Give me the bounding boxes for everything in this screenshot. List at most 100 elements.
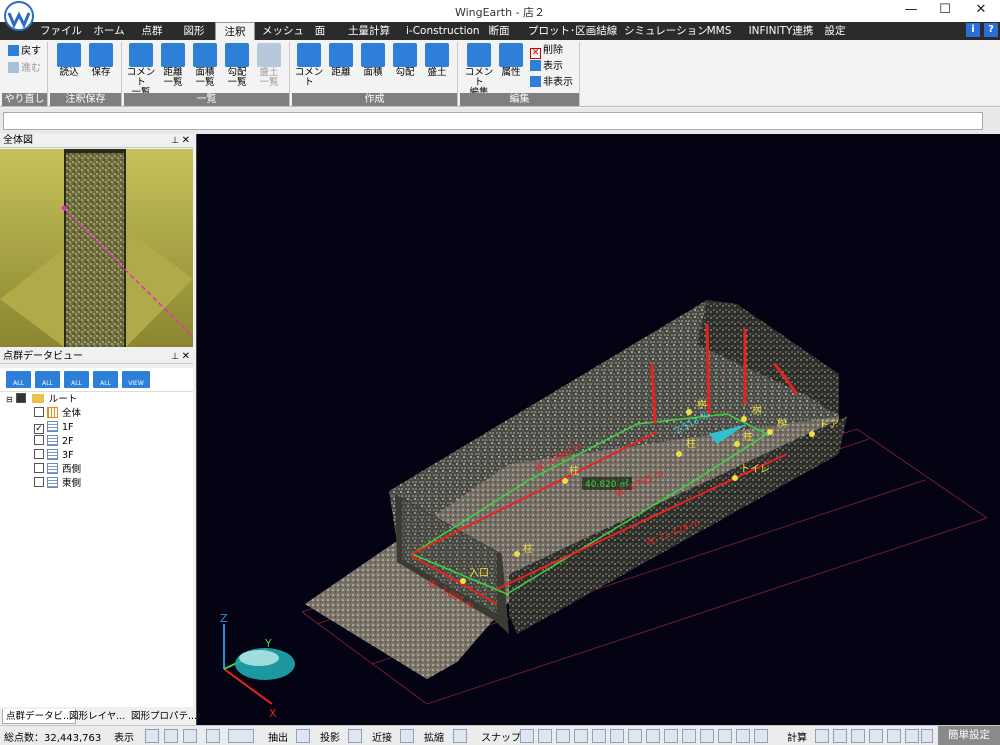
snap-13-icon[interactable] — [736, 729, 750, 743]
snap-3-icon[interactable] — [556, 729, 570, 743]
tab-shapes[interactable]: 図形 — [178, 22, 210, 40]
create-slope-button[interactable]: 勾配 — [390, 43, 420, 78]
checkbox[interactable] — [34, 407, 44, 417]
create-area-button[interactable]: 面積 — [358, 43, 388, 78]
create-distance-button[interactable]: 距離 — [326, 43, 356, 78]
display-mode-2-icon[interactable] — [164, 729, 178, 743]
overview-map[interactable] — [0, 149, 193, 347]
help-icon[interactable]: ? — [984, 23, 998, 37]
collapse-icon[interactable]: ⊟ — [6, 395, 13, 404]
pin-icon[interactable]: ⊥ — [171, 350, 179, 364]
tab-mesh[interactable]: メッシュ — [262, 22, 304, 40]
app-logo-icon[interactable] — [4, 1, 34, 33]
redo-button[interactable]: 進む — [8, 62, 41, 76]
fill-list-button[interactable]: 盛土 一覧 — [254, 43, 284, 88]
snap-12-icon[interactable] — [718, 729, 732, 743]
checkbox[interactable] — [34, 463, 44, 473]
checkbox[interactable] — [34, 477, 44, 487]
tab-volume-calc[interactable]: 土量計算 — [344, 22, 394, 40]
tab-section[interactable]: 断面 — [483, 22, 515, 40]
checkbox-checked[interactable]: ✓ — [34, 424, 44, 434]
attributes-button[interactable]: 属性 — [496, 43, 526, 78]
nearest-icon[interactable] — [400, 729, 414, 743]
snap-10-icon[interactable] — [682, 729, 696, 743]
info-icon[interactable]: i — [966, 23, 980, 37]
tree-item-3f[interactable]: 3F — [34, 449, 74, 463]
calc-2-icon[interactable] — [833, 729, 847, 743]
calc-5-icon[interactable] — [887, 729, 901, 743]
create-comment-button[interactable]: コメント — [294, 43, 324, 88]
add-all-button[interactable]: ALL — [35, 371, 60, 388]
calc-4-icon[interactable] — [869, 729, 883, 743]
select-all-button[interactable]: ALL — [6, 371, 31, 388]
create-fill-button[interactable]: 盛土 — [422, 43, 452, 78]
tab-annotation[interactable]: 注釈 — [215, 22, 255, 40]
area-list-button[interactable]: 面積 一覧 — [190, 43, 220, 88]
command-input[interactable] — [3, 112, 983, 130]
tab-shape-properties[interactable]: 図形プロパテ... — [128, 709, 200, 724]
slope-list-button[interactable]: 勾配 一覧 — [222, 43, 252, 88]
load-button[interactable]: 読込 — [54, 43, 84, 78]
tree-item-2f[interactable]: 2F — [34, 435, 74, 449]
simple-settings-button[interactable]: 簡単設定 — [938, 726, 1000, 745]
undo-button[interactable]: 戻す — [8, 45, 41, 59]
tab-settings[interactable]: 設定 — [822, 22, 848, 40]
tree-item-1f[interactable]: ✓ 1F — [34, 421, 74, 435]
tab-surface[interactable]: 面 — [310, 22, 330, 40]
snap-14-icon[interactable] — [754, 729, 768, 743]
snap-6-icon[interactable] — [610, 729, 624, 743]
snap-1-icon[interactable] — [520, 729, 534, 743]
3d-viewport[interactable]: 2.513 % 40.820 ㎡ W: 11.128 m W: 3.895 m … — [196, 134, 1000, 725]
comment-edit-button[interactable]: コメント編集 — [464, 43, 494, 98]
snap-7-icon[interactable] — [628, 729, 642, 743]
tab-plot-partition[interactable]: プロット･区画結線 — [528, 22, 617, 40]
maximize-button[interactable]: ☐ — [930, 0, 960, 22]
calc-1-icon[interactable] — [815, 729, 829, 743]
tab-shape-layers[interactable]: 図形レイヤ... — [66, 709, 128, 724]
delete-button[interactable]: ✕ 削除 — [530, 44, 563, 59]
extract-icon[interactable] — [296, 729, 310, 743]
checkbox[interactable] — [34, 449, 44, 459]
snap-9-icon[interactable] — [664, 729, 678, 743]
show-button[interactable]: 表示 — [530, 60, 563, 74]
save-button[interactable]: 保存 — [86, 43, 116, 78]
expand-icon[interactable] — [453, 729, 467, 743]
snap-8-icon[interactable] — [646, 729, 660, 743]
snap-5-icon[interactable] — [592, 729, 606, 743]
snap-4-icon[interactable] — [574, 729, 588, 743]
tree-root[interactable]: ⊟ ルート — [6, 393, 77, 407]
tree-item-west[interactable]: 西側 — [34, 463, 81, 477]
tab-infinity[interactable]: INFINITY連携 — [748, 22, 814, 40]
tree-item-all[interactable]: 全体 — [34, 407, 81, 421]
checkbox[interactable] — [34, 435, 44, 445]
close-icon[interactable]: ✕ — [182, 350, 190, 364]
uncheck-all-button[interactable]: ALL — [93, 371, 118, 388]
snap-2-icon[interactable] — [538, 729, 552, 743]
display-mode-1-icon[interactable] — [145, 729, 159, 743]
display-mode-3-icon[interactable] — [183, 729, 197, 743]
calc-3-icon[interactable] — [851, 729, 865, 743]
display-mode-4-icon[interactable] — [206, 729, 220, 743]
check-all-button[interactable]: ALL — [64, 371, 89, 388]
distance-list-button[interactable]: 距離 一覧 — [158, 43, 188, 88]
tree-item-east[interactable]: 東側 — [34, 477, 81, 491]
axis-gizmo-icon[interactable]: Z Y X — [220, 612, 295, 720]
display-mode-5-icon[interactable] — [228, 729, 254, 743]
tab-file[interactable]: ファイル — [40, 22, 82, 40]
calc-6-icon[interactable] — [905, 729, 919, 743]
pin-icon[interactable]: ⊥ — [171, 134, 179, 148]
tab-pointcloud-view[interactable]: 点群データビ... — [2, 709, 77, 724]
tab-simulation[interactable]: シミュレーション — [624, 22, 708, 40]
tab-home[interactable]: ホーム — [88, 22, 130, 40]
calc-7-icon[interactable] — [921, 729, 933, 743]
tab-pointcloud[interactable]: 点群 — [136, 22, 168, 40]
view-button[interactable]: VIEW — [122, 371, 150, 388]
tab-i-construction[interactable]: i-Construction — [406, 22, 480, 40]
tab-mms[interactable]: MMS — [704, 22, 734, 40]
close-icon[interactable]: ✕ — [182, 134, 190, 148]
close-button[interactable]: ✕ — [966, 0, 996, 22]
minimize-button[interactable]: — — [896, 0, 926, 22]
hide-button[interactable]: 非表示 — [530, 76, 573, 90]
comment-list-button[interactable]: コメント一覧 — [126, 43, 156, 98]
project-icon[interactable] — [348, 729, 362, 743]
